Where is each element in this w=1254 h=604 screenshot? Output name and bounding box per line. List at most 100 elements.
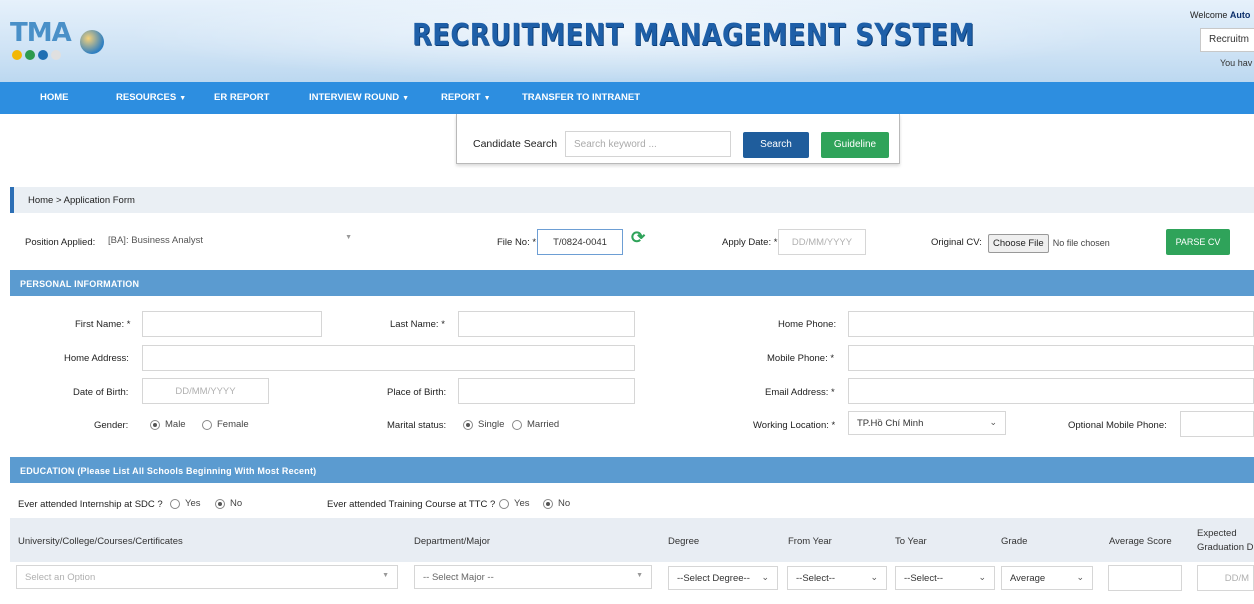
tma-logo[interactable]: TMA	[10, 18, 110, 66]
logo-dot-green	[25, 50, 35, 60]
training-yes-radio[interactable]: Yes	[499, 498, 530, 509]
col-department: Department/Major	[414, 536, 491, 547]
home-address-label: Home Address:	[64, 353, 129, 364]
nav-resources-label: RESOURCES	[116, 92, 177, 103]
to-year-select[interactable]: --Select-- ⌄	[895, 566, 995, 590]
refresh-icon[interactable]: ⟳	[631, 229, 647, 246]
col-expected: Expected	[1197, 528, 1237, 539]
position-applied-select[interactable]: [BA]: Business Analyst ▼	[100, 229, 360, 253]
home-address-input[interactable]	[142, 345, 635, 371]
col-degree: Degree	[668, 536, 700, 547]
mobile-phone-label: Mobile Phone: *	[767, 353, 835, 364]
gender-female-label: Female	[217, 419, 249, 430]
app-header: TMA RECRUITMENT MANAGEMENT SYSTEM Welcom…	[0, 0, 1254, 82]
guideline-button[interactable]: Guideline	[821, 132, 889, 158]
file-no-label: File No: *	[497, 237, 537, 248]
original-cv-file-input[interactable]: Choose File No file chosen	[988, 232, 1138, 254]
search-button[interactable]: Search	[743, 132, 809, 158]
training-no-radio[interactable]: No	[543, 498, 570, 509]
system-title: RECRUITMENT MANAGEMENT SYSTEM	[412, 18, 975, 53]
marital-married-radio[interactable]: Married	[512, 419, 559, 430]
home-phone-input[interactable]	[848, 311, 1254, 337]
file-no-input[interactable]	[537, 229, 623, 255]
radio-checked-icon	[463, 419, 473, 430]
optional-mobile-input[interactable]	[1180, 411, 1254, 437]
role-select[interactable]: Recruitm	[1200, 28, 1254, 52]
position-applied-value: [BA]: Business Analyst	[108, 235, 204, 246]
parse-cv-button[interactable]: PARSE CV	[1166, 229, 1230, 255]
mobile-phone-input[interactable]	[848, 345, 1254, 371]
gender-male-radio[interactable]: Male	[150, 419, 186, 430]
nav-interview-round[interactable]: INTERVIEW ROUND ▼	[309, 92, 409, 103]
date-of-birth-label: Date of Birth:	[73, 387, 129, 398]
internship-no-label: No	[230, 498, 243, 509]
gender-label: Gender:	[94, 420, 129, 431]
date-of-birth-input[interactable]	[142, 378, 269, 404]
chevron-down-icon: ▼	[179, 95, 187, 102]
main-nav: HOME RESOURCES ▼ ER REPORT INTERVIEW ROUN…	[0, 82, 1254, 114]
internship-yes-radio[interactable]: Yes	[170, 498, 201, 509]
nav-transfer-intranet-label: TRANSFER TO INTRANET	[522, 92, 641, 103]
internship-yes-label: Yes	[185, 498, 201, 509]
nav-home[interactable]: HOME	[40, 92, 69, 103]
search-input[interactable]	[565, 131, 731, 157]
degree-select[interactable]: --Select Degree-- ⌄	[668, 566, 778, 590]
place-of-birth-input[interactable]	[458, 378, 635, 404]
education-table-header: University/College/Courses/Certificates …	[10, 518, 1254, 562]
marital-single-radio[interactable]: Single	[463, 419, 504, 430]
welcome-text: Welcome Auto	[1190, 10, 1250, 20]
apply-date-input[interactable]	[778, 229, 866, 255]
notification-text: You hav	[1220, 58, 1253, 68]
first-name-label: First Name: *	[75, 319, 131, 330]
personal-info-header: PERSONAL INFORMATION	[10, 270, 1254, 296]
nav-transfer-intranet[interactable]: TRANSFER TO INTRANET	[522, 92, 640, 103]
working-location-value: TP.Hồ Chí Minh	[857, 418, 924, 429]
grade-select[interactable]: Average ⌄	[1001, 566, 1093, 590]
radio-unchecked-icon	[202, 419, 212, 430]
gender-male-label: Male	[165, 419, 186, 430]
average-score-input[interactable]	[1108, 565, 1182, 591]
from-year-select[interactable]: --Select-- ⌄	[787, 566, 887, 590]
gender-female-radio[interactable]: Female	[202, 419, 249, 430]
major-select[interactable]: -- Select Major -- ▼	[414, 565, 652, 589]
email-address-input[interactable]	[848, 378, 1254, 404]
radio-unchecked-icon	[170, 498, 180, 509]
nav-report[interactable]: REPORT ▼	[441, 92, 491, 103]
candidate-search-label: Candidate Search	[473, 138, 558, 150]
col-from-year: From Year	[788, 536, 832, 547]
nav-resources[interactable]: RESOURCES ▼	[116, 92, 186, 103]
chevron-down-icon: ⌄	[978, 572, 986, 582]
candidate-search-panel: Candidate Search Search Guideline	[456, 114, 900, 164]
radio-checked-icon	[150, 419, 160, 430]
globe-icon	[80, 30, 104, 54]
nav-interview-round-label: INTERVIEW ROUND	[309, 92, 400, 103]
optional-mobile-label: Optional Mobile Phone:	[1068, 420, 1167, 431]
grade-value: Average	[1010, 573, 1046, 584]
first-name-input[interactable]	[142, 311, 322, 337]
email-address-label: Email Address: *	[765, 387, 835, 398]
working-location-select[interactable]: TP.Hồ Chí Minh ⌄	[848, 411, 1006, 435]
to-year-value: --Select--	[904, 573, 944, 584]
choose-file-button[interactable]: Choose File	[988, 233, 1049, 253]
marital-single-label: Single	[478, 419, 505, 430]
expected-graduation-input[interactable]	[1197, 565, 1254, 591]
internship-no-radio[interactable]: No	[215, 498, 242, 509]
education-header: EDUCATION (Please List All Schools Begin…	[10, 457, 1254, 483]
home-phone-label: Home Phone:	[778, 319, 837, 330]
chevron-down-icon: ▼	[636, 572, 643, 579]
col-university: University/College/Courses/Certificates	[18, 536, 183, 547]
chevron-down-icon: ⌄	[1076, 572, 1084, 582]
school-select[interactable]: Select an Option ▼	[16, 565, 398, 589]
internship-question: Ever attended Internship at SDC ?	[18, 499, 163, 510]
radio-checked-icon	[215, 498, 225, 509]
major-placeholder: -- Select Major --	[423, 572, 494, 583]
degree-value: --Select Degree--	[677, 573, 750, 584]
welcome-prefix: Welcome	[1190, 10, 1230, 20]
radio-unchecked-icon	[512, 419, 522, 430]
logo-text: TMA	[10, 18, 72, 48]
chevron-down-icon: ▼	[382, 572, 389, 579]
last-name-input[interactable]	[458, 311, 635, 337]
nav-home-label: HOME	[40, 92, 69, 103]
nav-er-report[interactable]: ER REPORT	[214, 92, 269, 103]
logo-dot-yellow	[12, 50, 22, 60]
